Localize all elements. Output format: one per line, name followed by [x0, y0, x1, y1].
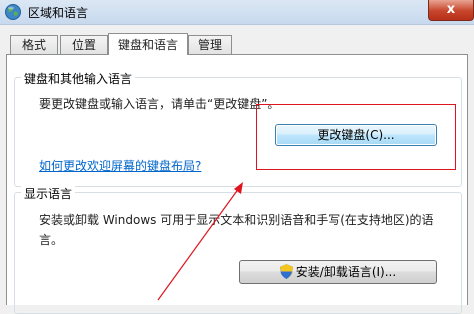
install-uninstall-languages-button[interactable]: 安装/卸载语言(I)...	[239, 260, 437, 284]
globe-icon	[5, 4, 21, 20]
tab-format[interactable]: 格式	[10, 35, 58, 54]
tab-format-label: 格式	[21, 38, 46, 52]
display-language-description-line2: 言。	[39, 233, 64, 247]
change-keyboards-label: 更改键盘(C)...	[317, 128, 395, 142]
close-button[interactable]: x	[428, 0, 474, 21]
keyboards-group-title: 键盘和其他输入语言	[21, 70, 136, 87]
title-bar: 区域和语言 x	[0, 0, 474, 25]
tab-keyboards-languages-label: 键盘和语言	[117, 38, 178, 52]
tab-panel: 键盘和其他输入语言 要更改键盘或输入语言，请单击“更改键盘”。 更改键盘(C).…	[6, 54, 468, 314]
window-title: 区域和语言	[28, 6, 89, 20]
display-language-group-title: 显示语言	[21, 185, 76, 202]
welcome-keyboard-help-link[interactable]: 如何更改欢迎屏幕的键盘布局?	[39, 157, 201, 174]
close-icon: x	[446, 2, 456, 17]
install-uninstall-languages-label: 安装/卸载语言(I)...	[295, 265, 397, 279]
display-language-description-line1: 安装或卸载 Windows 可用于显示文本和识别语音和手写(在支持地区)的语	[39, 213, 434, 227]
tab-location[interactable]: 位置	[60, 35, 108, 54]
tab-administrative[interactable]: 管理	[188, 35, 232, 54]
shield-icon	[279, 264, 293, 279]
keyboards-description: 要更改键盘或输入语言，请单击“更改键盘”。	[39, 97, 280, 111]
tab-location-label: 位置	[71, 38, 96, 52]
tab-keyboards-languages[interactable]: 键盘和语言	[108, 33, 188, 55]
tab-administrative-label: 管理	[197, 38, 222, 52]
change-keyboards-button[interactable]: 更改键盘(C)...	[275, 124, 437, 146]
